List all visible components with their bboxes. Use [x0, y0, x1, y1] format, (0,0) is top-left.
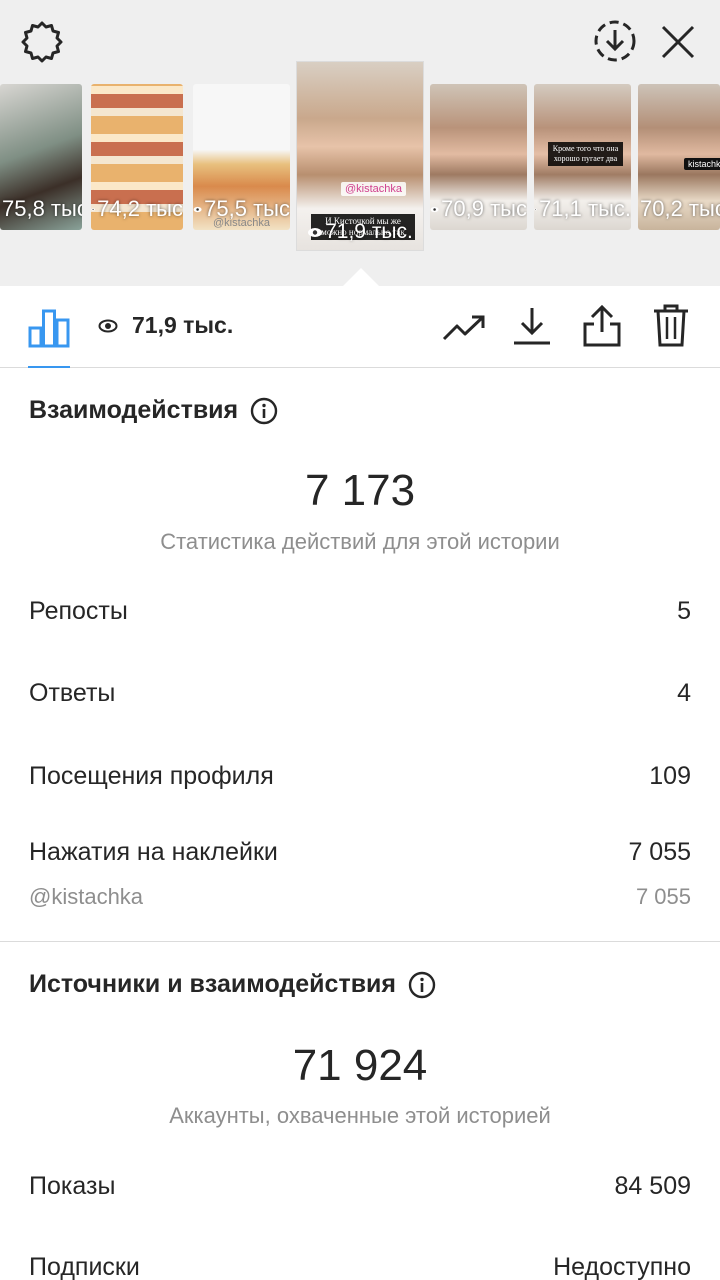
story-thumbnail-selected[interactable]: @kistachka И Кисточкой мы же можно норма…	[297, 62, 423, 250]
eye-icon	[98, 319, 118, 332]
reach-subtitle: Аккаунты, охваченные этой историей	[169, 1103, 551, 1128]
share-icon[interactable]	[582, 304, 622, 348]
stat-value: Недоступно	[553, 1253, 691, 1280]
reach-total: 71 924	[292, 1041, 428, 1090]
stat-value: 7 055	[635, 884, 691, 909]
active-tab-indicator	[28, 366, 70, 368]
story-views-count: 71,9 тыс.	[98, 312, 233, 339]
download-circle-icon[interactable]	[593, 19, 637, 63]
thumbnail-views: 71,9 тыс.	[297, 220, 423, 244]
stat-value: 84 509	[614, 1172, 691, 1200]
thumbnail-views: 70,2 тыс	[640, 196, 720, 221]
stat-value: 4	[677, 679, 691, 707]
stat-label: Подписки	[29, 1253, 140, 1280]
stat-row-reposts: Репосты 5	[29, 597, 691, 626]
insights-toolbar: 71,9 тыс.	[0, 286, 720, 368]
story-thumbnail[interactable]: 75,8 тыс	[0, 84, 82, 230]
stat-label: Показы	[29, 1172, 116, 1200]
story-thumbnail[interactable]: 74,2 тыс	[91, 84, 183, 230]
story-caption: Кроме того что она хорошо пугает два	[548, 142, 623, 166]
stat-value: 7 055	[628, 838, 691, 866]
thumbnail-views: 75,5 тыс	[193, 196, 290, 222]
story-mention-tag: @kistachka	[341, 182, 407, 196]
interactions-subtitle: Статистика действий для этой истории	[160, 529, 560, 554]
stat-row-profile-visits: Посещения профиля 109	[29, 762, 691, 791]
discovery-title: Источники и взаимодействия	[29, 970, 436, 999]
thumbnail-views: 74,2 тыс	[91, 196, 183, 222]
stat-label: @kistachka	[29, 884, 144, 909]
stat-row-sticker-taps: Нажатия на наклейки 7 055	[29, 838, 691, 867]
info-icon[interactable]	[250, 397, 278, 425]
bar-chart-icon[interactable]	[28, 308, 70, 348]
info-icon[interactable]	[408, 971, 436, 999]
stat-label: Посещения профиля	[29, 762, 274, 790]
thumbnail-views: 70,9 тыс	[430, 196, 527, 222]
stat-value: 109	[649, 762, 691, 790]
gear-icon[interactable]	[20, 20, 64, 64]
story-thumbnail[interactable]: Кроме того что она хорошо пугает два 71,…	[534, 84, 631, 230]
stat-row-impressions: Показы 84 509	[29, 1172, 691, 1201]
stat-label: Репосты	[29, 597, 128, 625]
stat-label: Нажатия на наклейки	[29, 838, 278, 866]
interactions-title: Взаимодействия	[29, 396, 278, 425]
story-thumbnail[interactable]: 70,9 тыс	[430, 84, 527, 230]
download-icon[interactable]	[512, 306, 552, 346]
section-divider	[0, 941, 720, 942]
stat-row-replies: Ответы 4	[29, 679, 691, 708]
stat-row-sticker-mention: @kistachka 7 055	[29, 884, 691, 910]
stat-label: Ответы	[29, 679, 116, 707]
stat-row-follows: Подписки Недоступно	[29, 1253, 691, 1280]
story-mention-tag: kistachka	[684, 158, 720, 170]
story-strip-area: 75,8 тыс 74,2 тыс @kistachka 75,5 тыс @k…	[0, 0, 720, 286]
trending-icon[interactable]	[442, 314, 486, 342]
thumbnail-views: 75,8 тыс	[2, 196, 82, 221]
trash-icon[interactable]	[652, 304, 690, 348]
interactions-total: 7 173	[304, 466, 416, 515]
story-thumbnail[interactable]: kistachka 70,2 тыс	[638, 84, 720, 230]
close-icon[interactable]	[660, 24, 696, 60]
story-thumbnail[interactable]: @kistachka 75,5 тыс	[193, 84, 290, 230]
selected-story-pointer	[343, 268, 379, 286]
stat-value: 5	[677, 597, 691, 625]
thumbnail-views: 71,1 тыс.	[534, 196, 631, 222]
